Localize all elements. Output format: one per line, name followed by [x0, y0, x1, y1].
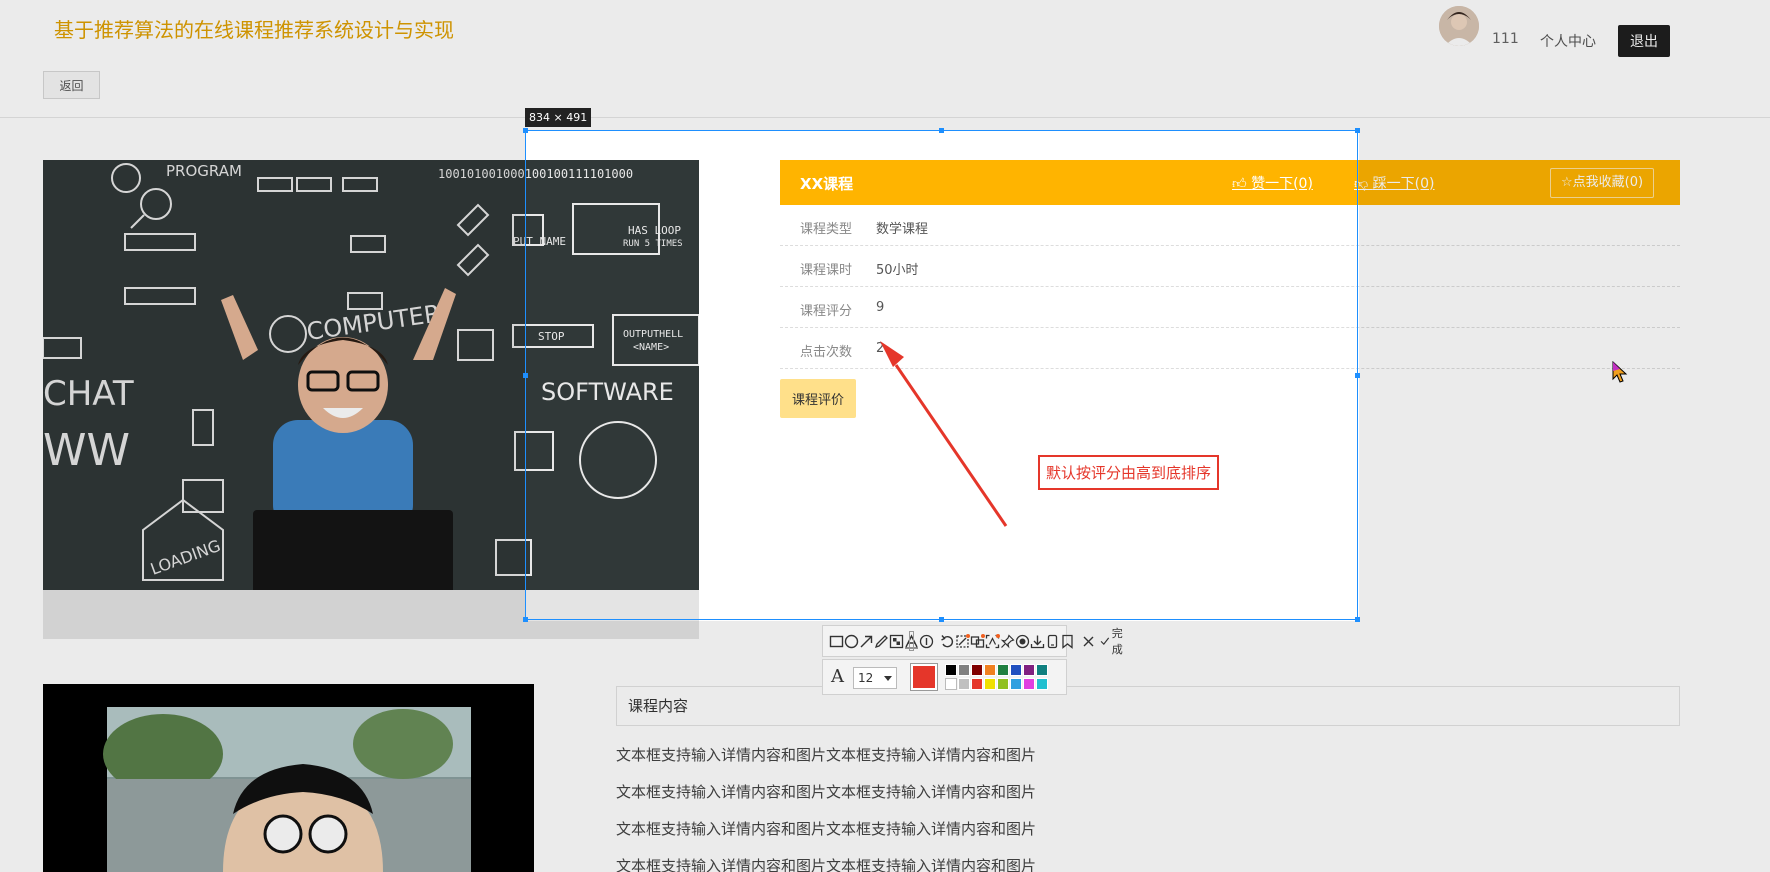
- pen-icon[interactable]: [874, 626, 889, 656]
- annotation-text: 默认按评分由高到底排序: [1038, 455, 1220, 490]
- color-swatch[interactable]: [984, 678, 996, 690]
- color-swatch[interactable]: [958, 664, 970, 676]
- resize-handle[interactable]: [939, 617, 944, 622]
- color-swatch[interactable]: [971, 678, 983, 690]
- record-icon[interactable]: [1015, 626, 1030, 656]
- download-icon[interactable]: [1030, 626, 1045, 656]
- pin-icon[interactable]: [1000, 626, 1015, 656]
- color-swatch[interactable]: [1036, 664, 1048, 676]
- ocr-icon[interactable]: [985, 626, 1000, 656]
- color-swatch[interactable]: [971, 664, 983, 676]
- text-icon[interactable]: [904, 626, 919, 656]
- color-swatch[interactable]: [997, 664, 1009, 676]
- translate-icon[interactable]: [970, 626, 985, 656]
- check-icon: [1100, 637, 1110, 645]
- color-swatch[interactable]: [984, 664, 996, 676]
- current-color-swatch[interactable]: [910, 663, 938, 691]
- arrow-icon[interactable]: [859, 626, 874, 656]
- font-size-select[interactable]: 12: [853, 667, 897, 689]
- color-swatch[interactable]: [958, 678, 970, 690]
- color-swatch[interactable]: [1023, 678, 1035, 690]
- resize-handle[interactable]: [523, 617, 528, 622]
- color-swatch[interactable]: [945, 678, 957, 690]
- chevron-down-icon: [884, 676, 892, 681]
- close-icon[interactable]: [1081, 626, 1096, 656]
- color-swatch[interactable]: [1036, 678, 1048, 690]
- rectangle-icon[interactable]: [829, 626, 844, 656]
- resize-handle[interactable]: [939, 128, 944, 133]
- mosaic-icon[interactable]: [889, 626, 904, 656]
- dim-right: [1359, 130, 1770, 621]
- resize-handle[interactable]: [1355, 617, 1360, 622]
- font-size-icon: A: [831, 666, 844, 687]
- undo-icon[interactable]: [940, 626, 955, 656]
- color-swatch[interactable]: [1010, 678, 1022, 690]
- ellipse-icon[interactable]: [844, 626, 859, 656]
- number-icon[interactable]: [919, 626, 934, 656]
- phone-icon[interactable]: [1045, 626, 1060, 656]
- scroll-capture-icon[interactable]: [955, 626, 970, 656]
- capture-size-label: 834 × 491: [525, 108, 592, 127]
- color-swatch[interactable]: [945, 664, 957, 676]
- resize-handle[interactable]: [523, 373, 528, 378]
- dim-left: [0, 130, 525, 621]
- font-size-value: 12: [858, 671, 874, 685]
- color-swatch[interactable]: [1023, 664, 1035, 676]
- capture-selection[interactable]: [525, 130, 1358, 620]
- mouse-cursor-icon: [1612, 361, 1628, 383]
- done-button[interactable]: 完成: [1096, 626, 1131, 656]
- done-label: 完成: [1111, 627, 1123, 656]
- resize-handle[interactable]: [1355, 373, 1360, 378]
- text-style-toolbar: A 12: [822, 659, 1067, 695]
- capture-toolbar: 完成: [822, 625, 1123, 657]
- bookmark-icon[interactable]: [1060, 626, 1075, 656]
- color-swatch[interactable]: [1010, 664, 1022, 676]
- resize-handle[interactable]: [523, 128, 528, 133]
- dim-top: [0, 0, 1770, 130]
- color-swatch[interactable]: [997, 678, 1009, 690]
- resize-handle[interactable]: [1355, 128, 1360, 133]
